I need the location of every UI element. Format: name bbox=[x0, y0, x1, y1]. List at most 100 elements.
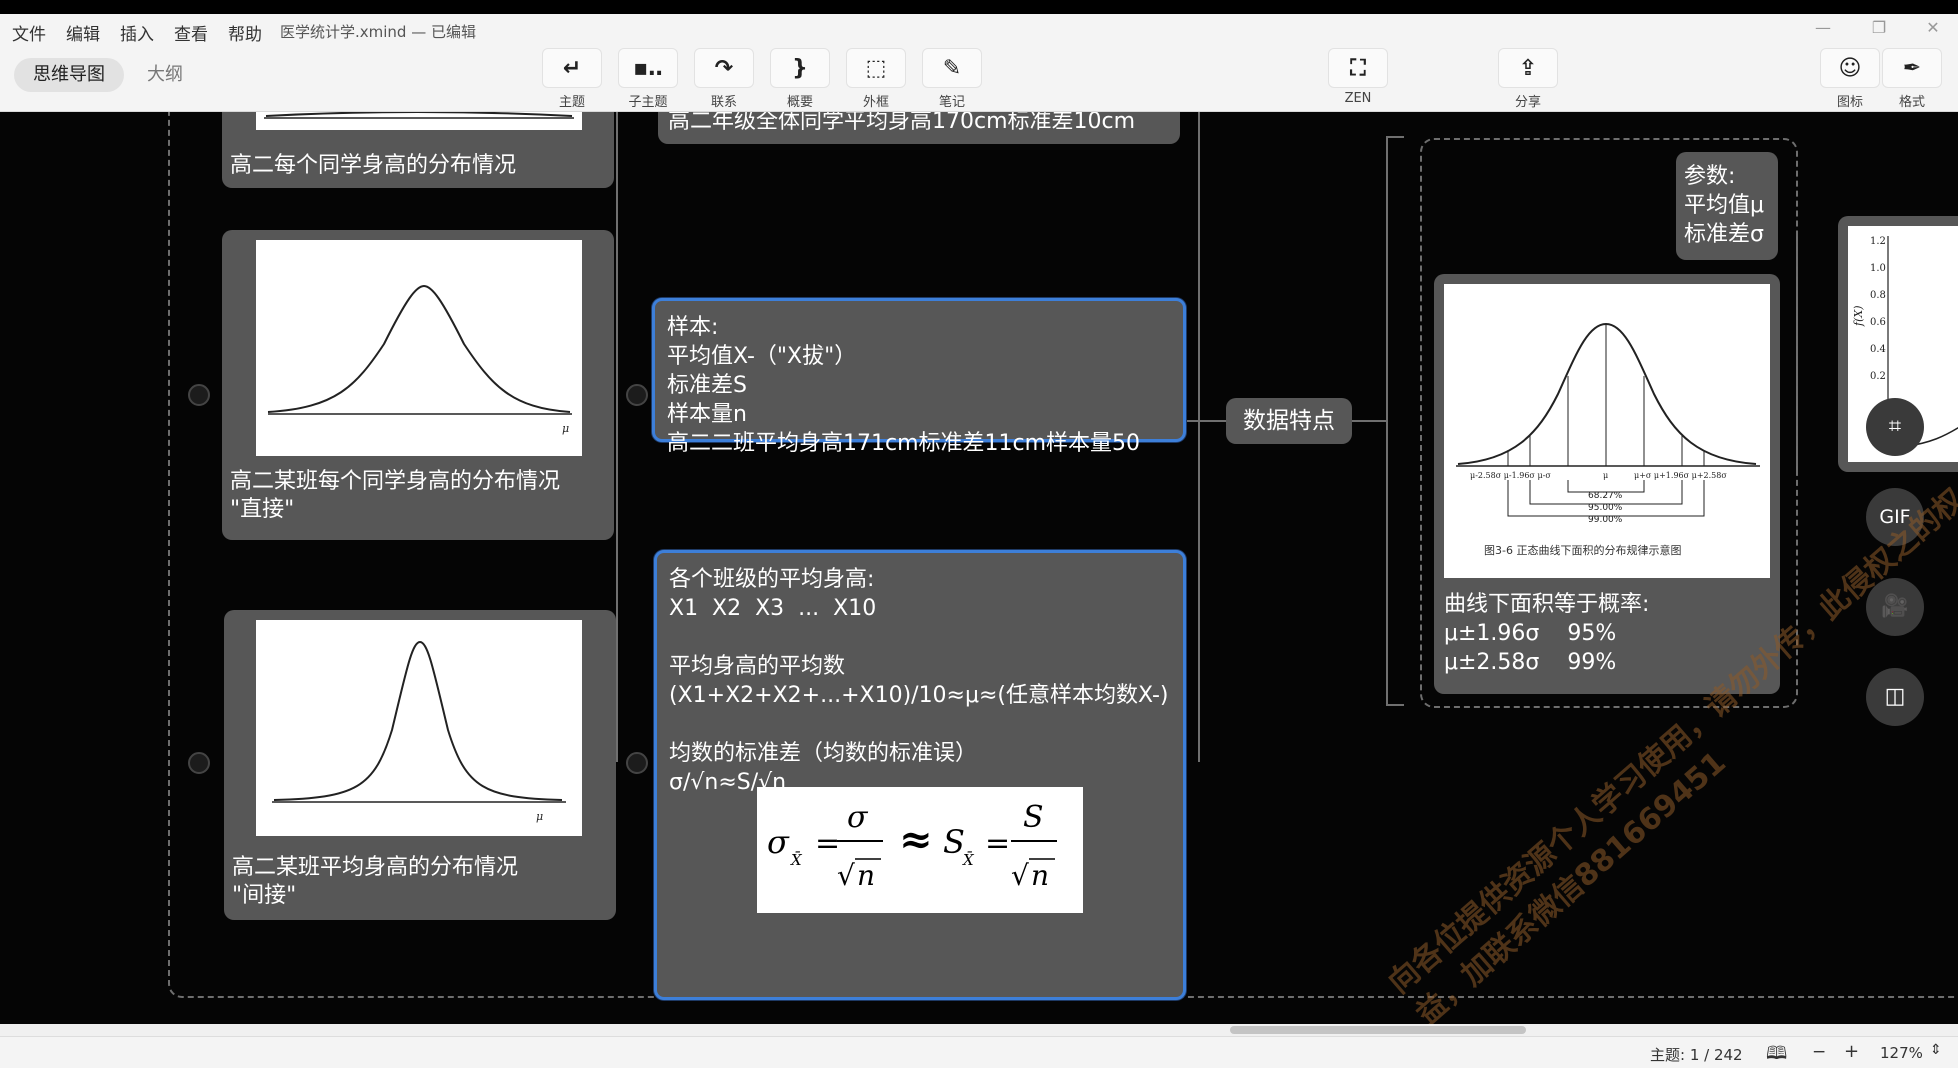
svg-text:n: n bbox=[1031, 859, 1049, 892]
mu-label: μ bbox=[536, 810, 543, 823]
icon-panel-label: 图标 bbox=[1836, 95, 1863, 110]
icon-panel-button[interactable]: ☺ 图标 bbox=[1818, 44, 1882, 112]
share-button[interactable]: ⇪ 分享 bbox=[1496, 44, 1560, 112]
node-data-features[interactable]: 数据特点 bbox=[1226, 398, 1352, 444]
menu-view[interactable]: 查看 bbox=[174, 20, 208, 45]
collapse-dot[interactable] bbox=[188, 384, 210, 406]
y-tick: 0.2 bbox=[1870, 371, 1886, 382]
svg-text:√: √ bbox=[1011, 859, 1029, 892]
collapse-dot[interactable] bbox=[626, 752, 648, 774]
zoom-stepper-icon[interactable]: ⇕ bbox=[1930, 1042, 1942, 1058]
smiley-icon: ☺ bbox=[1820, 48, 1880, 88]
y-tick: 0.8 bbox=[1870, 290, 1886, 301]
svg-text:√: √ bbox=[837, 859, 855, 892]
zoom-level[interactable]: 127% bbox=[1880, 1044, 1923, 1062]
boundary-icon: ⬚ bbox=[846, 48, 906, 88]
topic-button[interactable]: ↵ 主题 bbox=[540, 44, 604, 112]
curve-narrow-graphic: μ bbox=[272, 640, 566, 823]
menu-edit[interactable]: 编辑 bbox=[66, 20, 100, 45]
relationship-icon: ↷ bbox=[694, 48, 754, 88]
subtopic-icon: ▪‥ bbox=[618, 48, 678, 88]
node-class-means[interactable]: 各个班级的平均身高: X1 X2 X3 ... X10 平均身高的平均数 (X1… bbox=[654, 550, 1186, 1000]
document-title: 医学统计学.xmind — 已编辑 bbox=[280, 23, 476, 41]
summary-icon: } bbox=[770, 48, 830, 88]
sample-text: 样本: 平均值X-（"X拔"） 标准差S 样本量n 高二二班平均身高171cm标… bbox=[667, 315, 1141, 456]
crop-button[interactable]: ⌗ bbox=[1866, 398, 1924, 456]
node-probability[interactable]: μ-2.58σ μ-1.96σ μ-σ μ μ+σ μ+1.96σ μ+2.58… bbox=[1434, 274, 1780, 694]
menu-insert[interactable]: 插入 bbox=[120, 20, 154, 45]
topic-icon: ↵ bbox=[542, 48, 602, 88]
share-icon: ⇪ bbox=[1498, 48, 1558, 88]
topic-count: 主题: 1 / 242 bbox=[1650, 1046, 1743, 1064]
layout-icon: ◫ bbox=[1884, 684, 1906, 709]
y-tick: 0.4 bbox=[1870, 344, 1886, 355]
connector-bracket-bottom bbox=[1386, 704, 1404, 706]
share-label: 分享 bbox=[1514, 95, 1541, 110]
zoom-out-icon[interactable]: − bbox=[1812, 1042, 1826, 1062]
svg-text:X̄: X̄ bbox=[962, 851, 975, 869]
record-button[interactable]: 🎥 bbox=[1866, 578, 1924, 636]
svg-text:n: n bbox=[857, 859, 875, 892]
connector-bracket bbox=[1386, 136, 1388, 706]
node-text: 高二年级全体同学平均身高170cm标准差10cm bbox=[668, 112, 1136, 134]
y-tick: 0.6 bbox=[1870, 317, 1886, 328]
pct-68: 68.27% bbox=[1588, 491, 1623, 501]
note-button[interactable]: ✎ 笔记 bbox=[920, 44, 984, 112]
subtopic-button[interactable]: ▪‥ 子主题 bbox=[616, 44, 680, 112]
svg-text:=: = bbox=[985, 826, 1010, 861]
tab-mindmap[interactable]: 思维导图 bbox=[14, 58, 124, 92]
node-grade-mean[interactable]: 高二年级全体同学平均身高170cm标准差10cm bbox=[658, 112, 1180, 144]
relationship-label: 联系 bbox=[710, 95, 737, 110]
gif-button[interactable]: GIF bbox=[1866, 488, 1924, 546]
gif-icon: GIF bbox=[1879, 506, 1911, 528]
node-class-distribution[interactable]: μ 高二某班每个同学身高的分布情况 "直接" bbox=[222, 230, 614, 540]
layout-button[interactable]: ◫ bbox=[1866, 668, 1924, 726]
x-label-mu: μ bbox=[1603, 471, 1608, 480]
mindmap-canvas[interactable]: 高二每个同学身高的分布情况 高二年级全体同学平均身高170cm标准差10cm μ… bbox=[0, 112, 1958, 1024]
zen-button[interactable]: ⛶ ZEN bbox=[1326, 44, 1390, 112]
node-grade-distribution[interactable]: 高二每个同学身高的分布情况 bbox=[222, 112, 614, 188]
tab-outline[interactable]: 大纲 bbox=[130, 58, 200, 92]
node-caption: 高二某班平均身高的分布情况 "间接" bbox=[232, 855, 519, 908]
summary-button[interactable]: } 概要 bbox=[768, 44, 832, 112]
close-icon[interactable]: ✕ bbox=[1918, 18, 1948, 40]
connector-from-features bbox=[1352, 420, 1386, 422]
node-parameters[interactable]: 参数: 平均值μ 标准差σ bbox=[1676, 152, 1778, 260]
y-tick: 1.2 bbox=[1870, 236, 1886, 247]
minimize-icon[interactable]: — bbox=[1808, 18, 1838, 40]
node-sample[interactable]: 样本: 平均值X-（"X拔"） 标准差S 样本量n 高二二班平均身高171cm标… bbox=[652, 298, 1186, 456]
boundary-button[interactable]: ⬚ 外框 bbox=[844, 44, 908, 112]
boundary-label: 外框 bbox=[862, 95, 889, 110]
node-class-mean-distribution[interactable]: μ 高二某班平均身高的分布情况 "间接" bbox=[224, 610, 616, 920]
toolbar: 思维导图 大纲 ↵ 主题 ▪‥ 子主题 ↷ 联系 } 概要 ⬚ 外框 ✎ 笔记 … bbox=[0, 44, 1958, 112]
subtopic-label: 子主题 bbox=[628, 95, 668, 110]
menu-file[interactable]: 文件 bbox=[12, 20, 46, 45]
record-icon: 🎥 bbox=[1881, 594, 1909, 619]
svg-text:σ: σ bbox=[767, 823, 790, 861]
relationship-button[interactable]: ↷ 联系 bbox=[692, 44, 756, 112]
menu-help[interactable]: 帮助 bbox=[228, 20, 262, 45]
x-labels-right: μ+σ μ+1.96σ μ+2.58σ bbox=[1634, 471, 1727, 480]
probability-text: 曲线下面积等于概率: μ±1.96σ 95% μ±2.58σ 99% bbox=[1444, 592, 1650, 675]
y-axis-label: f(X) bbox=[1852, 306, 1865, 328]
distribution-image bbox=[256, 112, 582, 130]
pct-95: 95.00% bbox=[1588, 503, 1623, 513]
normal-area-chart-image: μ-2.58σ μ-1.96σ μ-σ μ μ+σ μ+1.96σ μ+2.58… bbox=[1444, 284, 1770, 578]
y-tick: 1.0 bbox=[1870, 263, 1886, 274]
normal-area-chart: μ-2.58σ μ-1.96σ μ-σ μ μ+σ μ+1.96σ μ+2.58… bbox=[1456, 322, 1760, 557]
scrollbar-thumb[interactable] bbox=[1230, 1026, 1526, 1034]
svg-text:X̄: X̄ bbox=[790, 851, 803, 869]
collapse-dot[interactable] bbox=[188, 752, 210, 774]
connector-left bbox=[616, 112, 618, 762]
collapse-dot[interactable] bbox=[626, 384, 648, 406]
data-features-label: 数据特点 bbox=[1243, 408, 1335, 434]
restore-icon[interactable]: ❐ bbox=[1864, 18, 1894, 40]
x-labels-left: μ-2.58σ μ-1.96σ μ-σ bbox=[1470, 471, 1551, 480]
note-label: 笔记 bbox=[938, 95, 965, 110]
zoom-in-icon[interactable]: + bbox=[1844, 1041, 1859, 1062]
mu-label: μ bbox=[562, 422, 569, 435]
note-icon: ✎ bbox=[922, 48, 982, 88]
format-panel-button[interactable]: ✒ 格式 bbox=[1880, 44, 1944, 112]
horizontal-scrollbar[interactable] bbox=[0, 1024, 1958, 1036]
map-icon[interactable]: 🕮 bbox=[1766, 1041, 1787, 1068]
